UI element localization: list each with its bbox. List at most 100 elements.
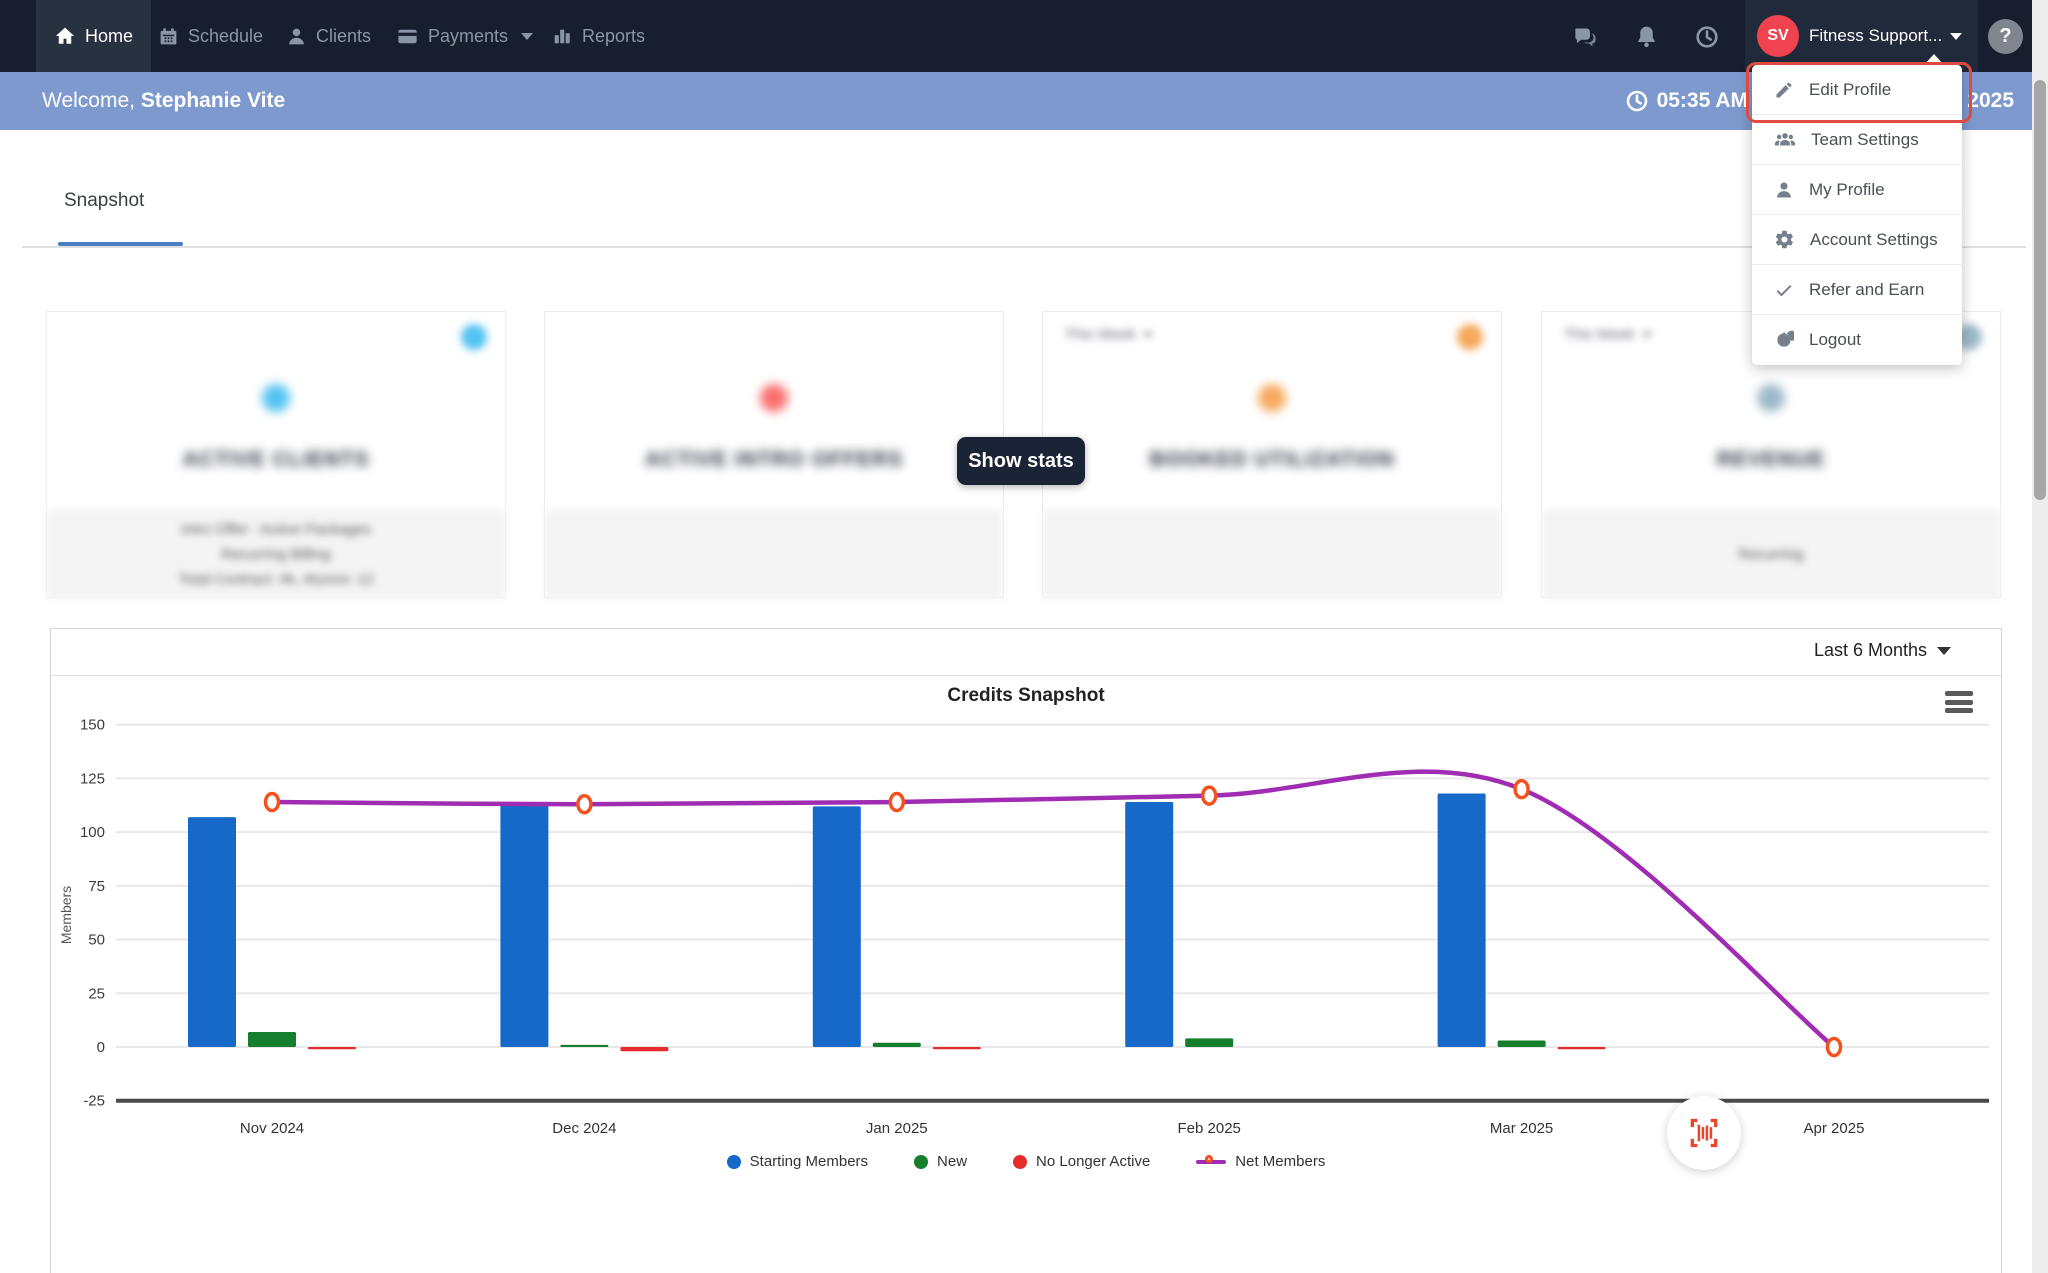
credits-snapshot-card: Last 6 Months Credits Snapshot -25025507… [50, 628, 2002, 1273]
menu-item-refer-and-earn[interactable]: Refer and Earn [1752, 265, 1962, 315]
stat-card-footer [1043, 509, 1501, 599]
svg-text:-25: -25 [83, 1093, 105, 1110]
help-button[interactable]: ? [1988, 19, 2023, 54]
person-icon [286, 26, 307, 47]
welcome-bar: Welcome, Stephanie Vite 05:35 AM 2025 [0, 72, 2048, 130]
svg-text:75: 75 [88, 878, 105, 895]
stat-card-footer [545, 509, 1003, 599]
stat-card-active-intro-offers: ACTIVE INTRO OFFERS [544, 311, 1004, 598]
page-scrollbar[interactable] [2032, 0, 2048, 1273]
bell-icon [1634, 24, 1659, 49]
legend-dot [914, 1155, 928, 1169]
svg-text:150: 150 [80, 717, 105, 734]
team-icon [1774, 129, 1796, 151]
time-clock-button[interactable] [1694, 24, 1720, 55]
menu-item-team-settings[interactable]: Team Settings [1752, 115, 1962, 165]
menu-item-label: Edit Profile [1809, 80, 1891, 100]
bar-chart-icon [551, 25, 573, 47]
legend-item-new[interactable]: New [914, 1153, 967, 1170]
notifications-button[interactable] [1634, 24, 1659, 54]
svg-text:100: 100 [80, 824, 105, 841]
stat-card-booked-utilization: This Week BOOKED UTILIZATION [1042, 311, 1502, 598]
donut-chart-icon [1258, 384, 1286, 412]
menu-item-my-profile[interactable]: My Profile [1752, 165, 1962, 215]
nav-item-label: Reports [582, 26, 645, 47]
power-icon [1774, 330, 1794, 350]
nav-item-schedule[interactable]: Schedule [140, 0, 281, 72]
barcode-scan-icon [1684, 1113, 1724, 1153]
menu-item-account-settings[interactable]: Account Settings [1752, 215, 1962, 265]
credit-card-icon [396, 25, 419, 48]
loading-spinner-icon [461, 324, 487, 350]
dropdown-arrow [1924, 54, 1944, 65]
svg-text:Members: Members [58, 886, 74, 944]
legend-label: Net Members [1235, 1153, 1325, 1170]
profile-dropdown-menu: Edit Profile Team Settings My Profile Ac… [1752, 65, 1962, 365]
scrollbar-thumb[interactable] [2034, 80, 2046, 500]
welcome-prefix: Welcome, [42, 89, 141, 112]
legend-label: Starting Members [750, 1153, 868, 1170]
nav-item-reports[interactable]: Reports [533, 0, 663, 72]
top-nav: Home Schedule Clients Payments Reports [0, 0, 2048, 72]
chevron-down-icon [1950, 33, 1962, 40]
menu-item-label: Refer and Earn [1809, 280, 1924, 300]
welcome-message: Welcome, Stephanie Vite [42, 89, 285, 113]
user-icon [1774, 180, 1794, 200]
stat-card-body: ACTIVE INTRO OFFERS [545, 312, 1003, 509]
date-range-select[interactable]: Last 6 Months [1814, 640, 1951, 661]
chevron-down-icon [521, 33, 533, 40]
nav-item-payments[interactable]: Payments [378, 0, 551, 72]
calendar-icon [158, 26, 179, 47]
stat-card-footer: Intro Offer : Active Packages Recurring … [47, 509, 505, 599]
svg-text:25: 25 [88, 985, 105, 1002]
dashboard-screen: Home Schedule Clients Payments Reports [0, 0, 2048, 1273]
svg-text:Mar 2025: Mar 2025 [1490, 1120, 1553, 1137]
nav-item-home[interactable]: Home [36, 0, 151, 72]
chevron-down-icon [1642, 332, 1652, 338]
current-time: 05:35 AM [1625, 89, 1748, 113]
menu-item-label: My Profile [1809, 180, 1885, 200]
legend-label: New [937, 1153, 967, 1170]
clock-icon [1694, 24, 1720, 50]
nav-item-label: Clients [316, 26, 371, 47]
svg-text:Jan 2025: Jan 2025 [866, 1120, 928, 1137]
svg-text:Apr 2025: Apr 2025 [1804, 1120, 1865, 1137]
stat-card-body: ACTIVE CLIENTS [47, 312, 505, 509]
nav-item-clients[interactable]: Clients [268, 0, 389, 72]
svg-text:Feb 2025: Feb 2025 [1178, 1120, 1241, 1137]
nav-item-label: Home [85, 26, 133, 47]
donut-chart-icon [760, 384, 788, 412]
menu-item-edit-profile[interactable]: Edit Profile [1752, 65, 1962, 115]
menu-item-logout[interactable]: Logout [1752, 315, 1962, 365]
stat-footer-line: Recurring Billing [221, 542, 330, 567]
period-select[interactable]: This Week [1065, 326, 1153, 343]
user-name: Fitness Support... [1809, 26, 1942, 46]
date-range-label: Last 6 Months [1814, 640, 1927, 661]
period-label: This Week [1564, 326, 1635, 343]
tab-snapshot[interactable]: Snapshot [64, 190, 144, 212]
nav-item-label: Schedule [188, 26, 263, 47]
line-marker-icon [1196, 1154, 1226, 1170]
clock-icon [1625, 89, 1649, 113]
stat-card-title: ACTIVE INTRO OFFERS [545, 448, 1003, 472]
check-icon [1774, 280, 1794, 300]
active-tab-underline [58, 242, 183, 246]
chevron-down-icon [1937, 647, 1951, 655]
chevron-down-icon [1143, 332, 1153, 338]
scan-watermark-badge[interactable] [1667, 1096, 1741, 1170]
menu-item-label: Logout [1809, 330, 1861, 350]
show-stats-button[interactable]: Show stats [957, 437, 1085, 485]
legend-item-net-members[interactable]: Net Members [1196, 1153, 1325, 1170]
period-select[interactable]: This Week [1564, 326, 1652, 343]
chat-button[interactable] [1572, 24, 1599, 56]
time-value: 05:35 AM [1657, 89, 1748, 113]
legend-item-no-longer-active[interactable]: No Longer Active [1013, 1153, 1150, 1170]
stat-card-footer: Recurring [1542, 509, 2000, 599]
help-label: ? [1999, 25, 2011, 48]
svg-text:Dec 2024: Dec 2024 [552, 1120, 616, 1137]
current-date: 2025 [1967, 89, 2014, 113]
legend-item-starting-members[interactable]: Starting Members [727, 1153, 868, 1170]
stat-card-title: BOOKED UTILIZATION [1043, 448, 1501, 472]
stat-card-title: ACTIVE CLIENTS [47, 448, 505, 472]
tab-bar: Snapshot [22, 150, 2026, 248]
